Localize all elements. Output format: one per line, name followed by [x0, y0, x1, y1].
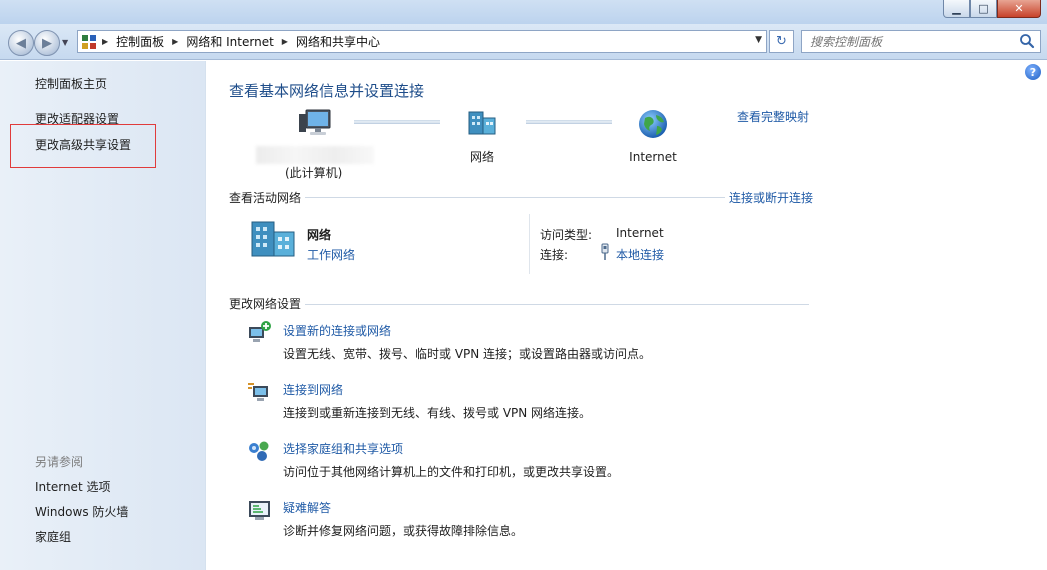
section-divider	[229, 197, 809, 198]
homegroup-sharing-desc: 访问位于其他网络计算机上的文件和打印机，或更改共享设置。	[283, 465, 620, 479]
breadcrumb-control-panel[interactable]: 控制面板	[116, 33, 164, 50]
internet-node-label: Internet	[629, 150, 677, 164]
breadcrumb-separator[interactable]: ▶	[282, 37, 288, 46]
network-building-icon	[468, 111, 496, 135]
view-full-map-link[interactable]: 查看完整映射	[737, 108, 809, 125]
window-controls: ▁ □ ✕	[943, 0, 1041, 18]
section-divider	[229, 304, 809, 305]
connect-to-network-icon	[248, 383, 268, 401]
map-node-this-computer	[276, 108, 356, 138]
connect-to-network-link[interactable]: 连接到网络	[283, 381, 343, 398]
breadcrumb-separator[interactable]: ▶	[172, 37, 178, 46]
map-node-internet[interactable]: Internet	[615, 108, 691, 164]
minimize-button[interactable]: ▁	[943, 0, 970, 18]
maximize-button[interactable]: □	[970, 0, 997, 18]
search-input[interactable]	[802, 31, 1012, 52]
this-computer-label: (此计算机)	[285, 166, 343, 180]
recent-pages-dropdown[interactable]: ▼	[62, 38, 68, 47]
address-dropdown-icon[interactable]: ▼	[755, 35, 762, 45]
active-network-name: 网络	[307, 228, 332, 242]
sidebar-item-advanced-sharing-settings[interactable]: 更改高级共享设置	[35, 136, 131, 153]
new-connection-icon	[249, 321, 271, 342]
help-button[interactable]: ?	[1025, 64, 1041, 80]
sidebar-item-windows-firewall[interactable]: Windows 防火墙	[35, 503, 128, 520]
network-type-link[interactable]: 工作网络	[307, 246, 355, 263]
close-button[interactable]: ✕	[997, 0, 1041, 18]
refresh-button[interactable]: ↻	[769, 30, 794, 53]
back-button[interactable]: ◀	[8, 30, 34, 56]
address-bar[interactable]: ▶ 控制面板 ▶ 网络和 Internet ▶ 网络和共享中心 ▼	[77, 30, 767, 53]
active-network-icon	[248, 218, 298, 263]
breadcrumb-network-internet[interactable]: 网络和 Internet	[186, 33, 273, 50]
map-connection-line	[354, 120, 440, 124]
homegroup-sharing-icon	[249, 441, 269, 461]
connect-disconnect-link[interactable]: 连接或断开连接	[725, 189, 814, 206]
troubleshoot-link[interactable]: 疑难解答	[283, 499, 331, 516]
map-node-network[interactable]: 网络	[440, 108, 524, 165]
access-type-value: Internet	[616, 226, 664, 240]
vertical-divider	[529, 214, 530, 274]
homegroup-sharing-link[interactable]: 选择家庭组和共享选项	[283, 440, 403, 457]
troubleshoot-desc: 诊断并修复网络问题，或获得故障排除信息。	[283, 524, 524, 538]
setup-new-connection-link[interactable]: 设置新的连接或网络	[283, 322, 391, 339]
sidebar: 控制面板主页 更改适配器设置 更改高级共享设置 另请参阅 Internet 选项…	[0, 61, 206, 570]
access-type-label: 访问类型:	[540, 228, 593, 242]
see-also-heading: 另请参阅	[35, 455, 84, 469]
map-connection-line	[526, 120, 612, 124]
computer-icon	[299, 109, 331, 135]
connections-label: 连接:	[540, 248, 569, 262]
network-node-label: 网络	[469, 150, 494, 164]
forward-button[interactable]: ▶	[34, 30, 60, 56]
setup-new-connection-desc: 设置无线、宽带、拨号、临时或 VPN 连接；或设置路由器或访问点。	[283, 347, 652, 361]
breadcrumb-separator[interactable]: ▶	[102, 37, 108, 46]
search-box[interactable]	[801, 30, 1041, 53]
sidebar-item-internet-options[interactable]: Internet 选项	[35, 478, 110, 495]
network-building-icon	[251, 221, 295, 257]
page-title: 查看基本网络信息并设置连接	[229, 82, 425, 100]
local-connection-link[interactable]: 本地连接	[616, 246, 664, 263]
search-icon[interactable]	[1018, 32, 1036, 50]
ethernet-plug-icon	[601, 243, 609, 260]
active-networks-heading: 查看活动网络	[229, 189, 306, 206]
breadcrumb-network-sharing-center[interactable]: 网络和共享中心	[296, 33, 380, 50]
change-settings-heading: 更改网络设置	[229, 295, 306, 312]
troubleshoot-icon	[249, 501, 270, 520]
redacted-computer-name	[256, 146, 374, 164]
connect-to-network-desc: 连接到或重新连接到无线、有线、拨号或 VPN 网络连接。	[283, 406, 592, 420]
sidebar-item-control-panel-home[interactable]: 控制面板主页	[35, 75, 107, 92]
sidebar-item-homegroup[interactable]: 家庭组	[35, 528, 71, 545]
navigation-bar: ◀ ▶ ▼ ▶ 控制面板 ▶ 网络和 Internet ▶ 网络和共享中心 ▼ …	[0, 24, 1047, 60]
globe-icon	[639, 110, 667, 138]
window-titlebar: ▁ □ ✕	[0, 0, 1047, 24]
control-panel-icon	[82, 34, 96, 49]
